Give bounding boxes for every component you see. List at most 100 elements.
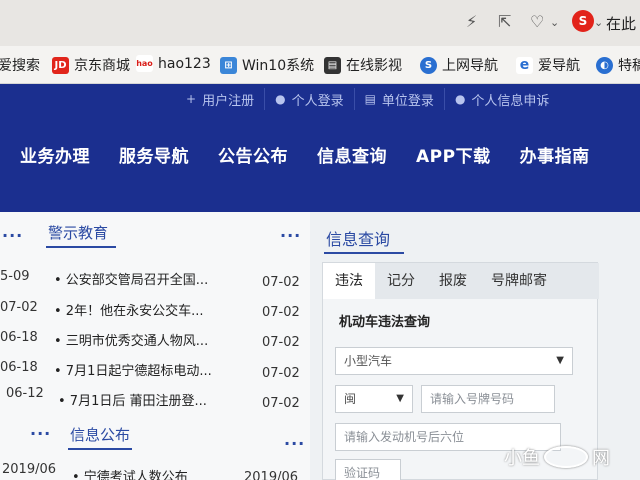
nav-business[interactable]: 业务办理 xyxy=(20,142,90,167)
bookmark-ai-nav[interactable]: e 爱导航 xyxy=(516,55,580,75)
info-more-button[interactable]: ··· xyxy=(284,434,305,453)
user-subnav: + 用户注册 ● 个人登录 ▤ 单位登录 ● 个人信息申诉 xyxy=(176,88,559,110)
nav-announce[interactable]: 公告公布 xyxy=(218,142,288,167)
news-date: 07-02 xyxy=(262,335,300,350)
caret-down-icon: ▼ xyxy=(396,393,404,404)
province-select[interactable]: 闽 ▼ xyxy=(335,385,413,413)
search-box-text[interactable]: 在此 xyxy=(606,13,636,34)
news-panel: ··· 警示教育 ··· 5-09 • 公安部交管局召开全国... 07-02 … xyxy=(0,212,310,480)
section-underline xyxy=(324,252,404,254)
ie-icon: e xyxy=(516,56,533,74)
bookmark-label: 特稿 xyxy=(618,58,640,74)
more-button[interactable]: ··· xyxy=(30,424,51,443)
news-item[interactable]: • 三明市优秀交通人物风... xyxy=(54,330,208,349)
news-date: 2019/06 xyxy=(244,470,299,480)
captcha-input[interactable]: 验证码 xyxy=(335,459,401,480)
nav-icon: S xyxy=(420,56,437,74)
nav-app-download[interactable]: APP下载 xyxy=(416,142,491,167)
nav-service[interactable]: 服务导航 xyxy=(119,142,189,167)
news-date: 07-02 xyxy=(262,275,300,290)
news-item[interactable]: • 7月1日后 莆田注册登... xyxy=(58,390,207,409)
bookmark-ai-search[interactable]: 爱搜索 xyxy=(0,55,40,75)
bookmark-label: 爱搜索 xyxy=(0,58,40,74)
tab-violation[interactable]: 违法 xyxy=(323,263,375,299)
unit-login-link[interactable]: ▤ 单位登录 xyxy=(353,88,444,110)
main-nav: 业务办理 服务导航 公告公布 信息查询 APP下载 办事指南 xyxy=(20,142,619,167)
query-panel: 信息查询 违法 记分 报废 号牌邮寄 机动车违法查询 小型汽车 ▼ 闽 ▼ 请输… xyxy=(322,212,640,480)
news-item[interactable]: • 7月1日起宁德超标电动... xyxy=(54,360,212,379)
left-date: 07-02 xyxy=(0,300,38,315)
left-date: 06-18 xyxy=(0,330,38,345)
bookmark-tegao[interactable]: ◐ 特稿 xyxy=(596,55,640,75)
lightning-icon[interactable]: ⚡ xyxy=(466,12,477,31)
content-area: ··· 警示教育 ··· 5-09 • 公安部交管局召开全国... 07-02 … xyxy=(0,212,640,480)
subnav-label: 单位登录 xyxy=(381,93,434,109)
watermark-text: 小鱼 xyxy=(504,448,540,469)
chevron-down-icon[interactable]: ⌄ xyxy=(550,16,559,29)
bookmark-label: Win10系统 xyxy=(242,58,315,74)
bookmark-label: 爱导航 xyxy=(538,58,580,74)
bookmark-film[interactable]: ▤ 在线影视 xyxy=(324,55,402,75)
bookmark-label: 在线影视 xyxy=(346,58,402,74)
personal-login-link[interactable]: ● 个人登录 xyxy=(264,88,354,110)
nav-guide[interactable]: 办事指南 xyxy=(520,142,590,167)
user-icon: ● xyxy=(454,92,466,106)
subnav-label: 个人信息申诉 xyxy=(471,93,550,109)
windows-icon: ⊞ xyxy=(220,56,237,74)
watermark: 小鱼 网 xyxy=(504,444,610,470)
news-item[interactable]: • 2年！他在永安公交车... xyxy=(54,300,203,319)
section-title-info: 信息公布 xyxy=(70,426,131,444)
query-tabs: 违法 记分 报废 号牌邮寄 xyxy=(323,263,599,299)
bookmark-win10[interactable]: ⊞ Win10系统 xyxy=(220,55,314,75)
subnav-label: 用户注册 xyxy=(202,93,255,109)
register-link[interactable]: + 用户注册 xyxy=(176,88,264,110)
user-icon: ● xyxy=(275,92,286,106)
left-date: 5-09 xyxy=(0,269,30,284)
chevron-down-icon[interactable]: ⌄ xyxy=(594,16,603,29)
subnav-label: 个人登录 xyxy=(291,93,344,109)
bookmark-label: 上网导航 xyxy=(442,58,498,74)
engine-placeholder: 请输入发动机号后六位 xyxy=(344,430,465,444)
share-icon[interactable]: ⇱ xyxy=(498,12,511,31)
section-title-query: 信息查询 xyxy=(326,230,391,249)
doc-icon: ▤ xyxy=(364,92,376,106)
vehicle-type-value: 小型汽车 xyxy=(344,354,393,368)
news-item[interactable]: • 宁德考试人数公布 xyxy=(72,466,188,480)
vehicle-type-select[interactable]: 小型汽车 ▼ xyxy=(335,347,573,375)
plus-icon: + xyxy=(186,92,197,106)
captcha-placeholder: 验证码 xyxy=(344,466,381,480)
news-item[interactable]: • 公安部交管局召开全国... xyxy=(54,269,208,288)
appeal-link[interactable]: ● 个人信息申诉 xyxy=(443,88,560,110)
left-date: 06-18 xyxy=(0,360,38,375)
form-title: 机动车违法查询 xyxy=(339,315,431,330)
section-underline xyxy=(46,246,116,248)
jd-icon: JD xyxy=(52,56,69,74)
news-date: 07-02 xyxy=(262,396,300,411)
site-header: + 用户注册 ● 个人登录 ▤ 单位登录 ● 个人信息申诉 业务办理 服务导航 … xyxy=(0,84,640,212)
bookmark-hao123[interactable]: hao hao123 xyxy=(136,55,211,72)
news-date: 07-02 xyxy=(262,305,300,320)
caret-down-icon: ▼ xyxy=(556,355,564,366)
more-button[interactable]: ··· xyxy=(2,226,23,245)
browser-toolbar: ⚡ ⇱ ♡ ⌄ S ⌄ 在此 xyxy=(0,0,640,46)
fish-logo-icon xyxy=(544,446,588,468)
film-icon: ▤ xyxy=(324,56,341,74)
sogou-icon[interactable]: S xyxy=(572,10,594,32)
bookmark-nav[interactable]: S 上网导航 xyxy=(420,55,498,75)
watermark-text: 网 xyxy=(592,448,610,469)
heart-icon[interactable]: ♡ xyxy=(530,12,544,31)
news-date: 07-02 xyxy=(262,366,300,381)
nav-info-query[interactable]: 信息查询 xyxy=(317,142,387,167)
province-value: 闽 xyxy=(344,392,357,406)
tab-plate-mail[interactable]: 号牌邮寄 xyxy=(479,263,559,299)
left-date: 06-12 xyxy=(6,386,44,401)
section-title-warning: 警示教育 xyxy=(48,224,109,242)
tab-points[interactable]: 记分 xyxy=(375,263,427,299)
plate-number-input[interactable]: 请输入号牌号码 xyxy=(421,385,555,413)
bookmark-jd[interactable]: JD 京东商城 xyxy=(52,55,130,75)
left-date: 2019/06 xyxy=(2,462,57,477)
warning-more-button[interactable]: ··· xyxy=(280,226,301,245)
tab-scrap[interactable]: 报废 xyxy=(427,263,479,299)
bookmark-label: 京东商城 xyxy=(74,58,130,74)
plate-placeholder: 请输入号牌号码 xyxy=(430,392,515,406)
